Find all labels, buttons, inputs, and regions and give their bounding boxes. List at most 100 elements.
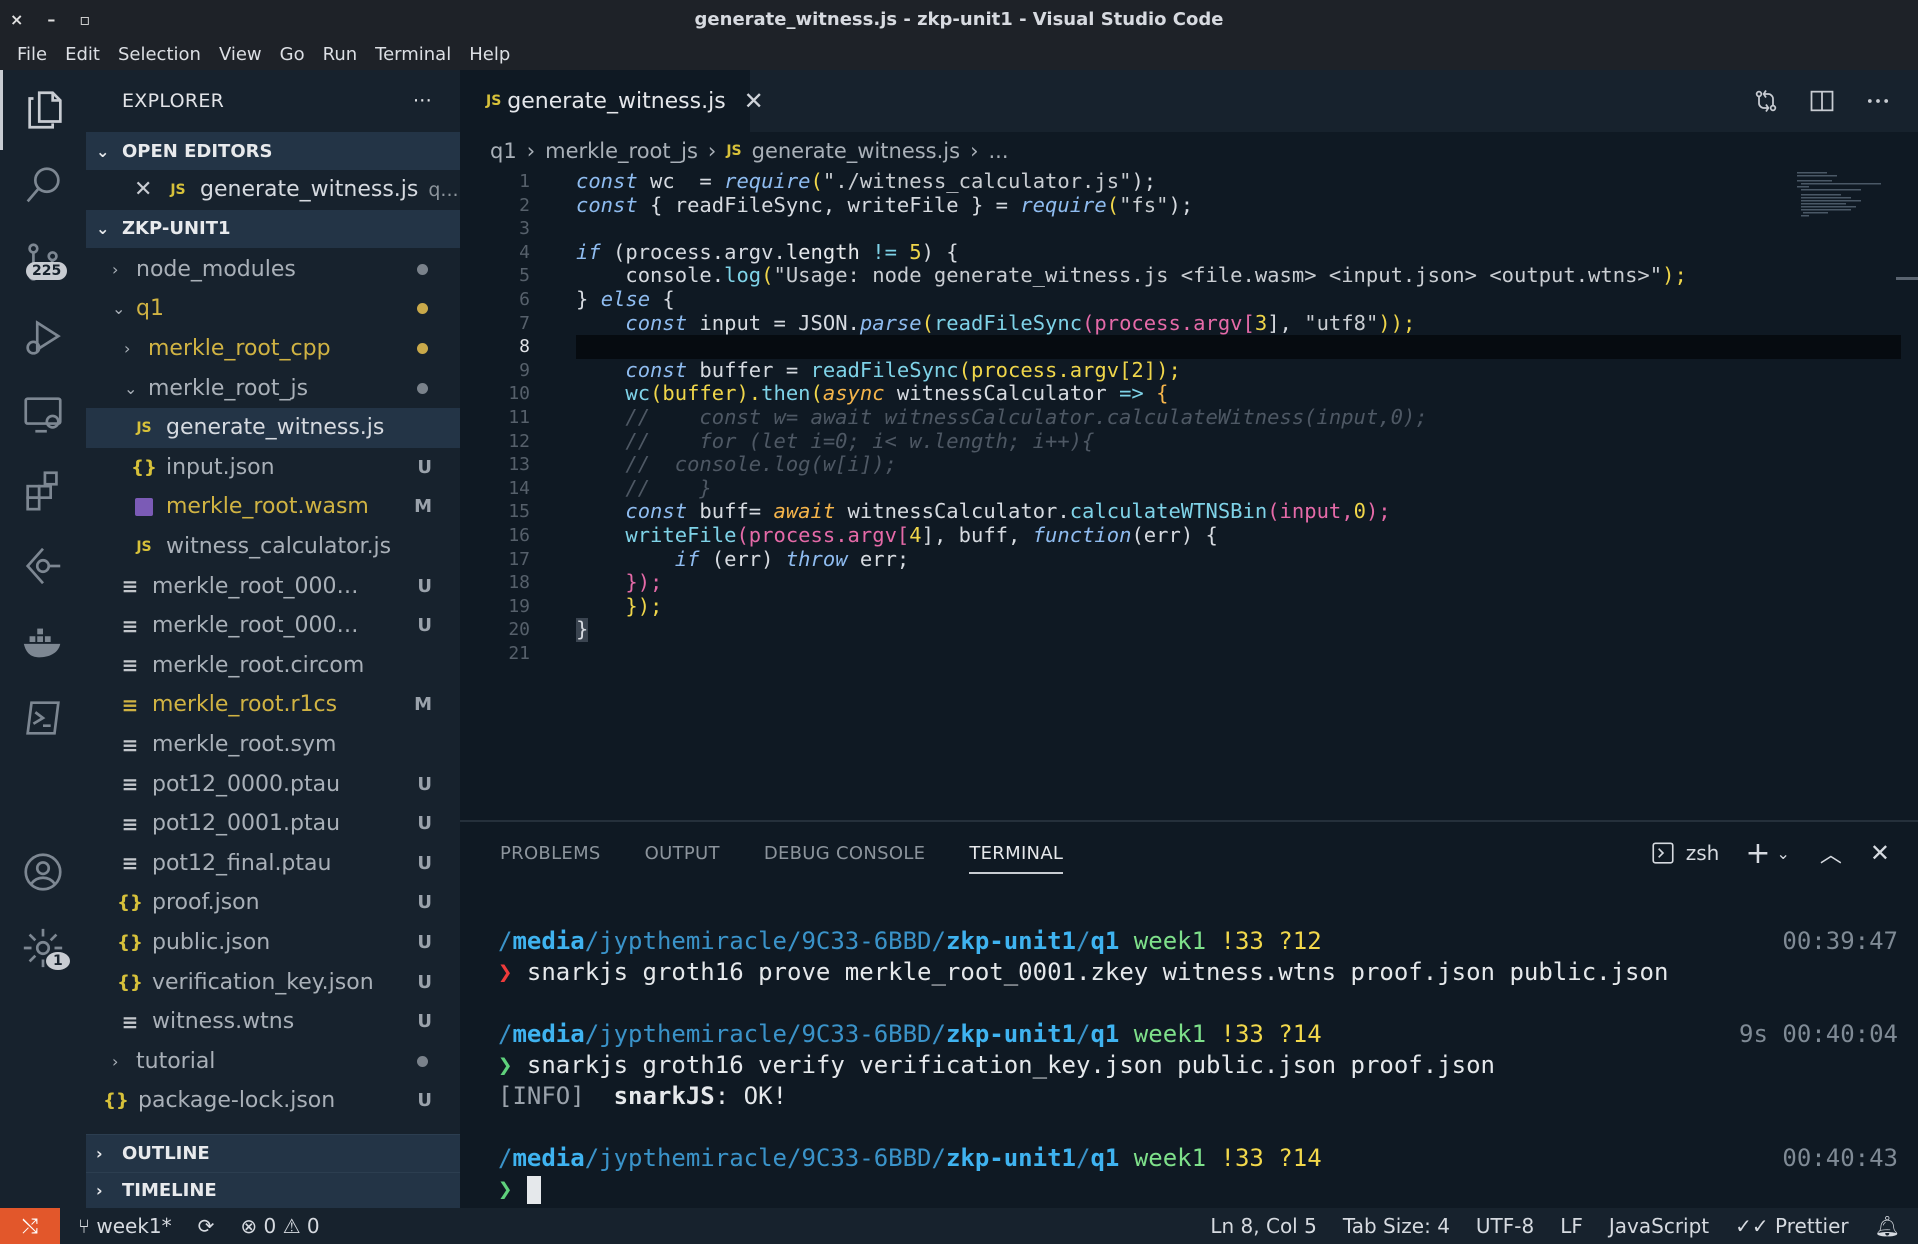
code-line: 14 // } <box>460 476 1860 501</box>
tree-file-public-json[interactable]: {} public.json U <box>86 923 460 963</box>
tree-file-proof-json[interactable]: {} proof.json U <box>86 883 460 923</box>
text-file-icon: ≡ <box>121 772 139 797</box>
breadcrumb-q1[interactable]: q1 <box>490 139 517 163</box>
shell-name[interactable]: zsh <box>1686 841 1720 865</box>
prettier-status[interactable]: ✓✓ Prettier <box>1735 1214 1848 1238</box>
tree-file-pot12-0001[interactable]: ≡ pot12_0001.ptau U <box>86 804 460 844</box>
extensions-activity[interactable] <box>0 450 86 530</box>
tree-folder-node-modules[interactable]: › node_modules <box>86 250 460 290</box>
gitlens-activity[interactable] <box>0 526 86 606</box>
breadcrumb-merkle-root-js[interactable]: merkle_root_js <box>545 139 698 163</box>
minimap[interactable] <box>1795 170 1890 230</box>
tree-file-generate-witness[interactable]: JS generate_witness.js <box>86 407 460 448</box>
tree-file-merkle-root-wasm[interactable]: merkle_root.wasm M <box>86 487 460 527</box>
editor-scrollbar[interactable] <box>1896 277 1918 280</box>
minimize-window-button[interactable]: – <box>47 10 55 29</box>
terminal-icon <box>1652 842 1674 864</box>
tab-output[interactable]: OUTPUT <box>645 843 720 864</box>
source-control-activity[interactable]: 225 <box>0 222 86 302</box>
powershell-activity[interactable] <box>0 678 86 758</box>
notifications-bell-icon[interactable]: 🔔︎ <box>1875 1214 1900 1238</box>
tree-file-merkle-root-circom[interactable]: ≡ merkle_root.circom <box>86 646 460 686</box>
tree-file-pot12-0000[interactable]: ≡ pot12_0000.ptau U <box>86 764 460 804</box>
tree-folder-merkle-root-js[interactable]: ⌄ merkle_root_js <box>86 368 460 408</box>
tree-file-input-json[interactable]: {} input.json U <box>86 448 460 488</box>
menu-view[interactable]: View <box>210 44 271 65</box>
remote-explorer-activity[interactable] <box>0 374 86 454</box>
menu-run[interactable]: Run <box>314 44 367 65</box>
tab-debug-console[interactable]: DEBUG CONSOLE <box>764 843 926 864</box>
add-terminal-icon[interactable]: + <box>1745 836 1770 871</box>
remote-indicator[interactable]: ⤭ <box>0 1208 60 1244</box>
tree-file-package-lock[interactable]: {} package-lock.json U <box>86 1081 460 1121</box>
tree-folder-q1[interactable]: ⌄ q1 <box>86 289 460 329</box>
close-panel-icon[interactable]: ✕ <box>1870 839 1890 867</box>
close-icon[interactable]: ✕ <box>744 87 764 115</box>
tree-label: merkle_root.circom <box>152 652 365 678</box>
language-mode[interactable]: JavaScript <box>1609 1214 1709 1238</box>
timeline-section[interactable]: › TIMELINE <box>86 1172 460 1208</box>
tab-problems[interactable]: PROBLEMS <box>500 843 601 864</box>
explorer-activity[interactable] <box>0 70 86 150</box>
code-line: 12 // for (let i=0; i< w.length; i++){ <box>460 429 1860 454</box>
open-editors-section[interactable]: ⌄ OPEN EDITORS <box>86 132 460 170</box>
menu-terminal[interactable]: Terminal <box>366 44 460 65</box>
tree-file-witness-calculator[interactable]: JS witness_calculator.js <box>86 527 460 567</box>
terminal-output[interactable]: /media/jypthemiracle/9C33-6BBD/zkp-unit1… <box>498 926 1898 1205</box>
menu-edit[interactable]: Edit <box>56 44 109 65</box>
close-window-button[interactable]: × <box>10 10 23 29</box>
sync-icon[interactable]: ⟳ <box>198 1214 215 1238</box>
run-debug-activity[interactable] <box>0 298 86 378</box>
more-actions-icon[interactable] <box>1864 87 1892 115</box>
explorer-sidebar: EXPLORER ··· ⌄ OPEN EDITORS ✕ JS generat… <box>86 70 460 1208</box>
tab-generate-witness[interactable]: JS generate_witness.js ✕ <box>460 70 764 132</box>
chevron-right-icon: › <box>96 1181 103 1200</box>
menu-file[interactable]: File <box>8 44 56 65</box>
maximize-window-button[interactable]: ▫ <box>79 10 90 29</box>
tab-size[interactable]: Tab Size: 4 <box>1343 1214 1450 1238</box>
menu-go[interactable]: Go <box>271 44 314 65</box>
problems-status[interactable]: ⊗ 0 ⚠ 0 <box>240 1214 319 1238</box>
branch-status[interactable]: ⑂ week1* <box>78 1214 172 1238</box>
manage-activity[interactable]: 1 <box>0 908 86 988</box>
code-text: }); <box>576 570 663 595</box>
end-of-line[interactable]: LF <box>1560 1214 1583 1238</box>
scm-count-badge: 225 <box>26 262 68 280</box>
breadcrumb-symbols[interactable]: ... <box>988 139 1008 163</box>
explorer-more-button[interactable]: ··· <box>413 90 432 112</box>
tree-file-merkle-root-0001[interactable]: ≡ merkle_root_0001.z... U <box>86 606 460 646</box>
code-text: if (err) throw err; <box>674 546 910 571</box>
tree-file-merkle-root-0000[interactable]: ≡ merkle_root_0000.z... U <box>86 566 460 606</box>
compare-changes-icon[interactable] <box>1752 87 1780 115</box>
tree-file-merkle-root-sym[interactable]: ≡ merkle_root.sym <box>86 725 460 765</box>
menu-selection[interactable]: Selection <box>109 44 210 65</box>
outline-section[interactable]: › OUTLINE <box>86 1134 460 1172</box>
tree-file-verification-key[interactable]: {} verification_key.json U <box>86 962 460 1002</box>
open-editor-item[interactable]: ✕ JS generate_witness.js q... <box>86 170 460 210</box>
tree-file-merkle-root-r1cs[interactable]: ≡ merkle_root.r1cs M <box>86 685 460 725</box>
line-number: 9 <box>519 359 530 381</box>
docker-activity[interactable] <box>0 602 86 682</box>
tree-file-witness-wtns[interactable]: ≡ witness.wtns U <box>86 1002 460 1042</box>
tree-folder-merkle-root-cpp[interactable]: › merkle_root_cpp <box>86 329 460 369</box>
chevron-down-icon[interactable]: ⌄ <box>1776 844 1789 863</box>
tree-folder-tutorial[interactable]: › tutorial <box>86 1041 460 1081</box>
maximize-panel-icon[interactable]: ︿ <box>1820 837 1842 869</box>
code-line: 7 const input = JSON.parse(readFileSync(… <box>460 311 1860 336</box>
code-editor[interactable]: 1 const wc = require("./witness_calculato… <box>460 169 1901 820</box>
terminal-input-line[interactable]: ❯ <box>498 1174 1898 1205</box>
accounts-activity[interactable] <box>0 832 86 912</box>
tab-terminal[interactable]: TERMINAL <box>969 843 1064 874</box>
encoding[interactable]: UTF-8 <box>1476 1214 1534 1238</box>
menu-help[interactable]: Help <box>460 44 519 65</box>
settings-badge: 1 <box>46 952 70 970</box>
cursor-position[interactable]: Ln 8, Col 5 <box>1210 1214 1316 1238</box>
close-icon[interactable]: ✕ <box>134 177 164 202</box>
tree-file-pot12-final[interactable]: ≡ pot12_final.ptau U <box>86 844 460 884</box>
line-number: 21 <box>508 642 530 664</box>
project-section[interactable]: ⌄ ZKP-UNIT1 <box>86 209 460 248</box>
split-editor-icon[interactable] <box>1808 87 1836 115</box>
search-activity[interactable] <box>0 146 86 226</box>
bottom-panel: PROBLEMS OUTPUT DEBUG CONSOLE TERMINAL z… <box>460 820 1918 1208</box>
breadcrumb-file[interactable]: generate_witness.js <box>752 139 960 163</box>
